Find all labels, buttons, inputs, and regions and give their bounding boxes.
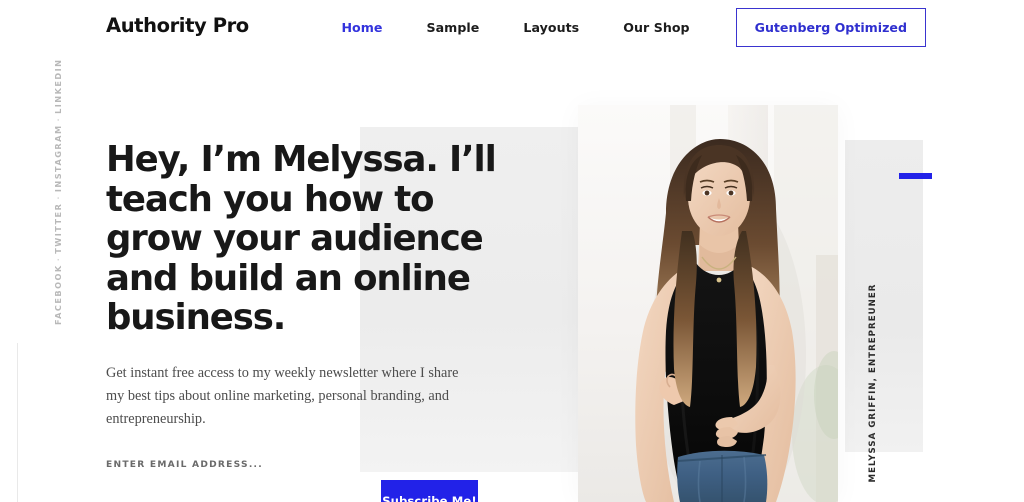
email-form-row: Subscribe Me! (106, 480, 478, 502)
newsletter-signup-form: ENTER EMAIL ADDRESS... Subscribe Me! (106, 460, 478, 502)
email-input[interactable] (106, 480, 381, 502)
nav-item-layouts[interactable]: Layouts (501, 20, 601, 35)
hero-portrait-photo (578, 105, 838, 502)
hero-headline: Hey, I’m Melyssa. I’ll teach you how to … (106, 139, 497, 339)
nav-item-our-shop[interactable]: Our Shop (601, 20, 711, 35)
nav-cta-gutenberg-optimized[interactable]: Gutenberg Optimized (735, 8, 926, 47)
photo-caption-wrap: MELYSSA GRIFFIN, ENTREPREUNER (857, 284, 879, 483)
site-header: Authority Pro Home Sample Layouts Our Sh… (0, 0, 1024, 55)
blue-accent-bar (899, 173, 932, 179)
hero-paragraph: Get instant free access to my weekly new… (106, 364, 459, 428)
subscribe-button[interactable]: Subscribe Me! (381, 480, 478, 502)
photo-caption: MELYSSA GRIFFIN, ENTREPREUNER (868, 283, 878, 483)
rail-divider-line (17, 343, 18, 502)
primary-navigation: Home Sample Layouts Our Shop Gutenberg O… (319, 0, 926, 55)
nav-item-sample[interactable]: Sample (405, 20, 502, 35)
hero-landing-page: Authority Pro Home Sample Layouts Our Sh… (0, 0, 1024, 502)
social-links-label[interactable]: FACEBOOK·TWITTER·INSTAGRAM·LINKEDIN (53, 59, 63, 325)
social-links-rail: FACEBOOK·TWITTER·INSTAGRAM·LINKEDIN (0, 55, 63, 502)
site-logo[interactable]: Authority Pro (106, 14, 249, 37)
nav-item-home[interactable]: Home (319, 20, 404, 35)
hero-section: Hey, I’m Melyssa. I’ll teach you how to … (106, 140, 526, 502)
email-field-label: ENTER EMAIL ADDRESS... (106, 460, 263, 471)
